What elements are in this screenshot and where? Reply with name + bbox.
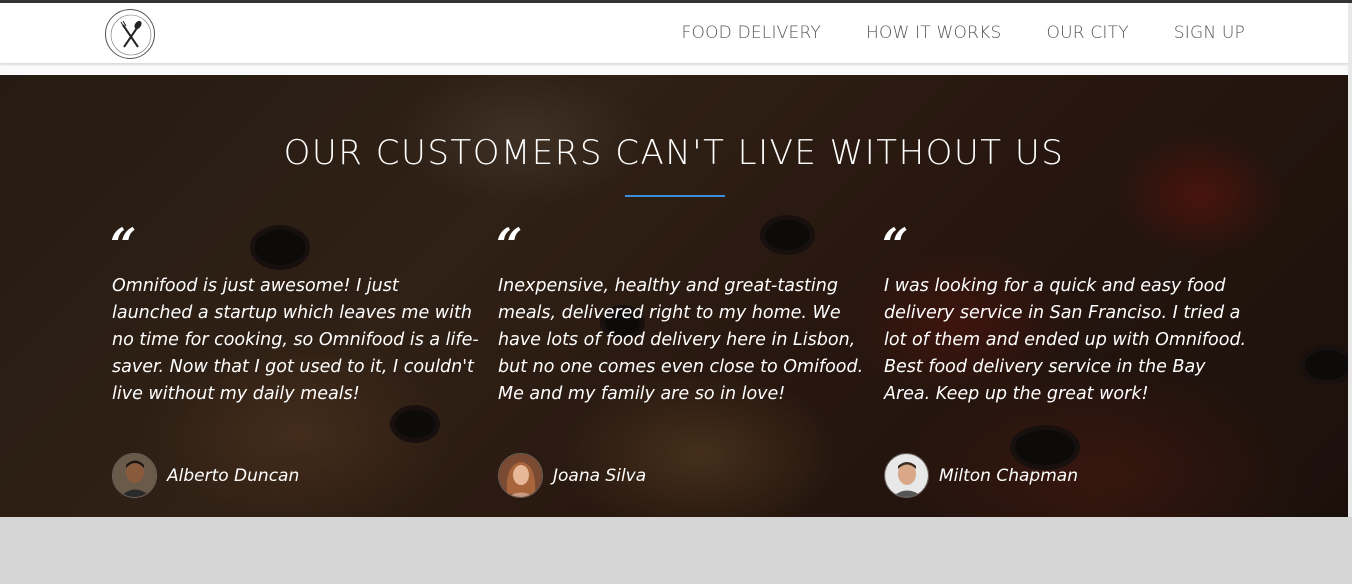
author-name: Milton Chapman	[939, 465, 1078, 486]
testimonial-card: “ Omnifood is just awesome! I just launc…	[110, 218, 482, 498]
main-nav: FOOD DELIVERY HOW IT WORKS OUR CITY SIGN…	[637, 3, 1245, 63]
testimonial-author: Alberto Duncan	[112, 453, 299, 498]
testimonial-text: I was looking for a quick and easy food …	[884, 276, 1247, 404]
testimonial-card: “ I was looking for a quick and easy foo…	[882, 218, 1254, 498]
quote-icon: “	[496, 218, 523, 272]
title-underline	[625, 195, 725, 197]
testimonial-author: Milton Chapman	[884, 453, 1078, 498]
testimonial-card: “ Inexpensive, healthy and great-tasting…	[496, 218, 868, 498]
section-title: OUR CUSTOMERS CAN'T LIVE WITHOUT US	[283, 133, 1065, 173]
background-olive	[390, 405, 440, 443]
avatar	[884, 453, 929, 498]
testimonial-text: Inexpensive, healthy and great-tasting m…	[498, 276, 864, 404]
background-olive	[1300, 345, 1348, 385]
navbar: FOOD DELIVERY HOW IT WORKS OUR CITY SIGN…	[0, 3, 1352, 63]
testimonial-author: Joana Silva	[498, 453, 646, 498]
testimonials-section: OUR CUSTOMERS CAN'T LIVE WITHOUT US “ Om…	[0, 75, 1348, 517]
nav-our-city[interactable]: OUR CITY	[1047, 23, 1129, 43]
author-name: Joana Silva	[553, 465, 647, 486]
section-gap	[0, 63, 1352, 75]
quote-icon: “	[882, 218, 909, 272]
omnifood-logo[interactable]	[105, 9, 155, 59]
nav-food-delivery[interactable]: FOOD DELIVERY	[682, 23, 821, 43]
avatar	[498, 453, 543, 498]
page-scrollbar[interactable]	[1348, 3, 1352, 517]
testimonial-text: Omnifood is just awesome! I just launche…	[112, 276, 479, 404]
nav-sign-up[interactable]: SIGN UP	[1174, 23, 1245, 43]
nav-how-it-works[interactable]: HOW IT WORKS	[866, 23, 1002, 43]
avatar	[112, 453, 157, 498]
fork-spoon-logo-icon	[110, 14, 152, 56]
author-name: Alberto Duncan	[167, 465, 300, 486]
quote-icon: “	[110, 218, 137, 272]
